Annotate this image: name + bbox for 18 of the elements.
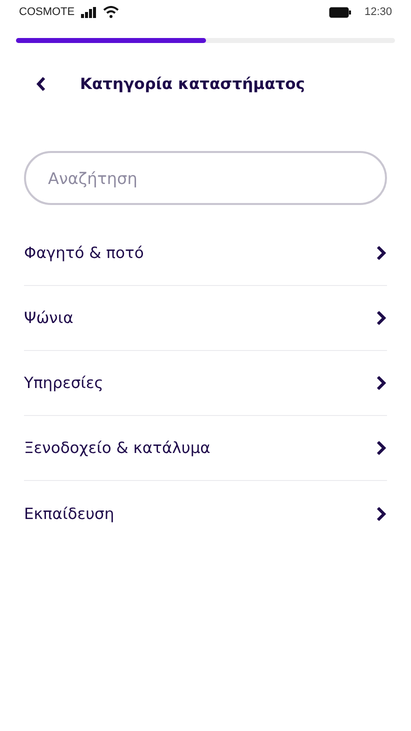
chevron-icon	[375, 310, 387, 326]
clock-time: 12:30	[364, 6, 392, 18]
carrier-name: COSMOTE	[19, 6, 75, 18]
wifi-icon	[102, 6, 119, 18]
signal-icon	[80, 6, 97, 18]
battery-icon	[329, 6, 352, 18]
back-icon	[36, 76, 46, 92]
chevron-icon	[375, 245, 387, 261]
chevron-icon	[375, 440, 387, 456]
page-title: Κατηγορία καταστήματος	[80, 75, 305, 93]
chevron-icon	[375, 375, 387, 391]
category-item[interactable]: Ξενοδοχείο & κατάλυμα	[24, 416, 387, 481]
chevron-icon	[375, 506, 387, 522]
category-item[interactable]: Ψώνια	[24, 286, 387, 351]
category-item[interactable]: Φαγητό & ποτό	[24, 221, 387, 286]
category-item[interactable]: Εκπαίδευση	[24, 481, 387, 546]
category-item[interactable]: Υπηρεσίες	[24, 351, 387, 416]
search-field[interactable]: Αναζήτηση	[24, 151, 387, 205]
